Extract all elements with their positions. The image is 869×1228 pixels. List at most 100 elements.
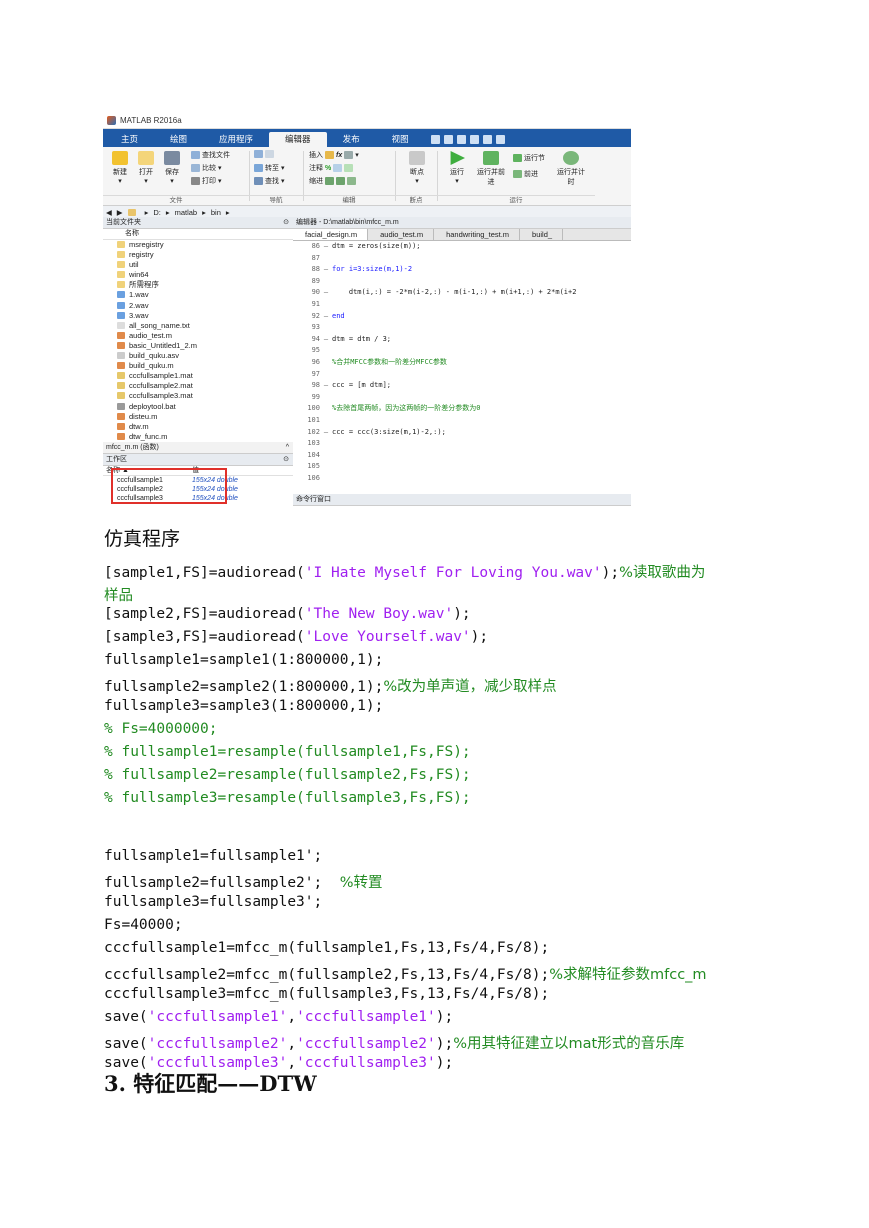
command-window-header[interactable]: 命令行窗口 [293,494,631,506]
print-button[interactable]: 打印 ▾ [191,176,222,186]
list-item[interactable]: util [103,260,293,270]
breakpoint-dash[interactable] [320,276,332,288]
code-line[interactable]: 86— dtm = zeros(size(m)); [293,241,631,253]
tab-view[interactable]: 视图 [376,132,425,147]
indent-button[interactable]: 缩进 [309,176,356,186]
code-line[interactable]: 99 [293,392,631,404]
qa-paste-icon[interactable] [469,135,479,144]
qa-copy-icon[interactable] [456,135,466,144]
code-line[interactable]: 94— dtm = dtm / 3; [293,334,631,346]
run-time-button[interactable]: 运行并计时 [555,151,587,187]
breakpoint-dash[interactable]: — [320,380,332,392]
list-item[interactable]: 2.wav [103,301,293,311]
list-item[interactable]: build_quku.m [103,361,293,371]
list-item[interactable]: 所需程序 [103,280,293,290]
breakpoint-dash[interactable] [320,473,332,485]
code-line[interactable]: 96 %合并MFCC参数和一阶差分MFCC参数 [293,357,631,369]
code-line[interactable]: 106 [293,473,631,485]
code-line[interactable]: 101 [293,415,631,427]
breakpoint-dash[interactable] [320,461,332,473]
list-item[interactable]: msregistry [103,240,293,250]
code-line[interactable]: 100 %去除首尾两帧，因为这两帧的一阶差分参数为0 [293,403,631,415]
tab-plots[interactable]: 绘图 [154,132,203,147]
list-item[interactable]: cccfullsample2.mat [103,381,293,391]
list-item[interactable]: audio_test.m [103,331,293,341]
list-item[interactable]: win64 [103,270,293,280]
code-line[interactable]: 88— for i=3:size(m,1)-2 [293,264,631,276]
new-button[interactable]: 新建 ▾ [109,151,131,185]
code-line[interactable]: 102— ccc = ccc(3:size(m,1)-2,:); [293,427,631,439]
breakpoint-dash[interactable] [320,415,332,427]
breakpoint-dash[interactable] [320,299,332,311]
details-bar[interactable]: mfcc_m.m (函数) ^ [103,441,293,454]
breakpoint-dash[interactable] [320,345,332,357]
code-line[interactable]: 97 [293,369,631,381]
code-line[interactable]: 104 [293,450,631,462]
breakpoint-dash[interactable] [320,450,332,462]
tab-publish[interactable]: 发布 [327,132,376,147]
run-section-button[interactable]: 运行节 [513,153,545,163]
find-button[interactable]: 查找 ▾ [254,176,285,186]
breakpoint-dash[interactable] [320,438,332,450]
breakpoint-dash[interactable] [320,322,332,334]
breakpoint-dash[interactable] [320,403,332,415]
qa-save-icon[interactable] [430,135,440,144]
tab-apps[interactable]: 应用程序 [203,132,269,147]
breakpoint-dash[interactable]: — [320,311,332,323]
editor-tab[interactable]: handwriting_test.m [434,229,521,240]
save-button[interactable]: 保存 ▾ [161,151,183,185]
list-item[interactable]: deploytool.bat [103,402,293,412]
column-header-name[interactable]: 名称 [103,229,293,240]
list-item[interactable]: basic_Untitled1_2.m [103,341,293,351]
back-arrow-icon[interactable]: ◀ [106,208,112,217]
code-line[interactable]: 89 [293,276,631,288]
editor-tab[interactable]: build_ [520,229,564,240]
code-line[interactable]: 90— dtm(i,:) = -2*m(i-2,:) - m(i-1,:) + … [293,287,631,299]
list-item[interactable]: disteu.m [103,412,293,422]
list-item[interactable]: 3.wav [103,311,293,321]
chevron-up-icon[interactable]: ^ [286,442,289,453]
path-segment[interactable]: bin [211,208,221,217]
qa-undo-icon[interactable] [482,135,492,144]
goto-button[interactable]: 转至 ▾ [254,163,285,173]
advance-button[interactable]: 前进 [513,169,538,179]
list-item[interactable]: all_song_name.txt [103,321,293,331]
editor-tab[interactable]: facial_design.m [293,229,369,240]
breakpoint-dash[interactable] [320,369,332,381]
breakpoint-dash[interactable] [320,253,332,265]
breakpoint-dash[interactable]: — [320,287,332,299]
comment-button[interactable]: 注释 % [309,163,354,173]
qa-redo-icon[interactable] [495,135,505,144]
insert-button[interactable]: 插入 fx ▾ [309,150,359,160]
find-files-button[interactable]: 查找文件 [191,150,230,160]
editor-tab[interactable]: audio_test.m [368,229,435,240]
compare-button[interactable]: 比较 ▾ [191,163,222,173]
code-line[interactable]: 91 [293,299,631,311]
list-item[interactable]: registry [103,250,293,260]
open-button[interactable]: 打开 ▾ [135,151,157,185]
breakpoint-dash[interactable]: — [320,427,332,439]
tab-editor[interactable]: 编辑器 [269,132,327,147]
code-line[interactable]: 87 [293,253,631,265]
nav-back-button[interactable] [254,150,274,158]
list-item[interactable]: 1.wav [103,290,293,300]
panel-menu-icon[interactable]: ⊙ [283,217,289,228]
breakpoint-dash[interactable] [320,357,332,369]
list-item[interactable]: dtw.m [103,422,293,432]
run-advance-button[interactable]: 运行并前进 [475,151,507,187]
code-line[interactable]: 103 [293,438,631,450]
breakpoint-dash[interactable] [320,392,332,404]
panel-menu-icon[interactable]: ⊙ [283,454,289,465]
breakpoints-button[interactable]: 断点 ▾ [405,151,429,185]
code-line[interactable]: 93 [293,322,631,334]
list-item[interactable]: build_quku.asv [103,351,293,361]
code-line[interactable]: 92— end [293,311,631,323]
code-editor[interactable]: 86— dtm = zeros(size(m)); 87 88— for i=3:siz… [293,241,631,484]
breakpoint-dash[interactable]: — [320,264,332,276]
path-segment[interactable]: matlab [175,208,198,217]
qa-cut-icon[interactable] [443,135,453,144]
breakpoint-dash[interactable]: — [320,334,332,346]
list-item[interactable]: cccfullsample3.mat [103,391,293,401]
list-item[interactable]: dtw_func.m [103,432,293,442]
code-line[interactable]: 105 [293,461,631,473]
